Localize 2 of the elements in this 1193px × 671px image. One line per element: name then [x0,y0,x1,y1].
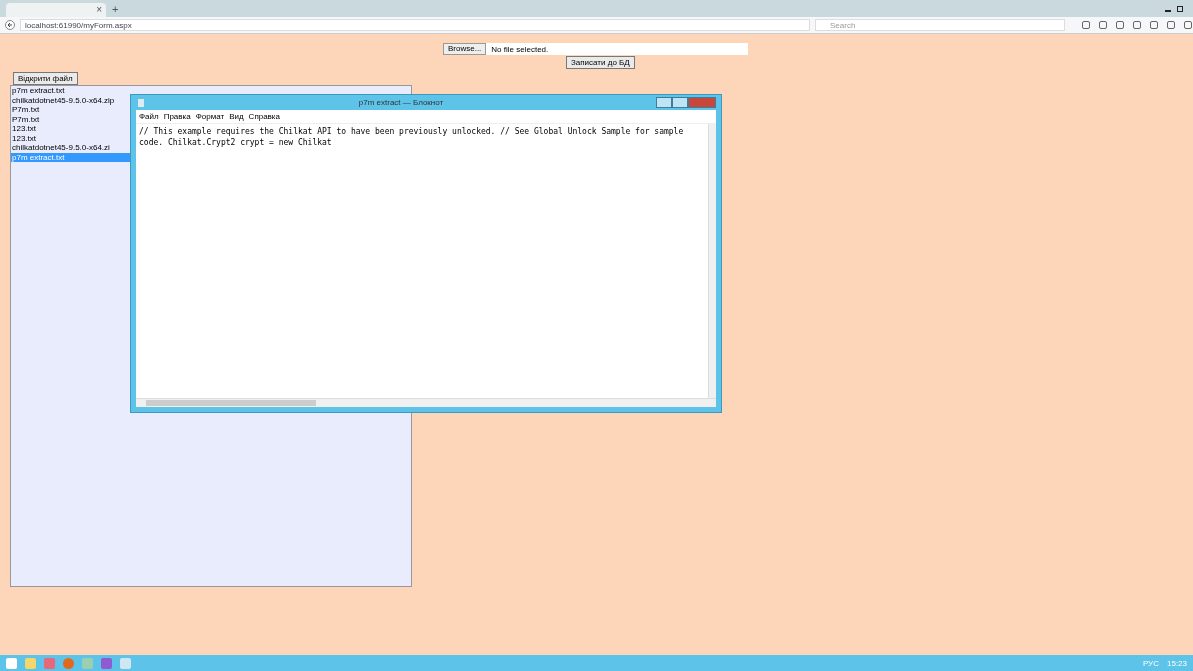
text-content: // This example requires the Chilkat API to have been previously unlocked. // See Global Unlock Sample for sample code. Chilkat.Crypt2 crypt = new Chilkat [138,126,685,149]
window-title: p7m extract — Блокнот [357,98,445,107]
